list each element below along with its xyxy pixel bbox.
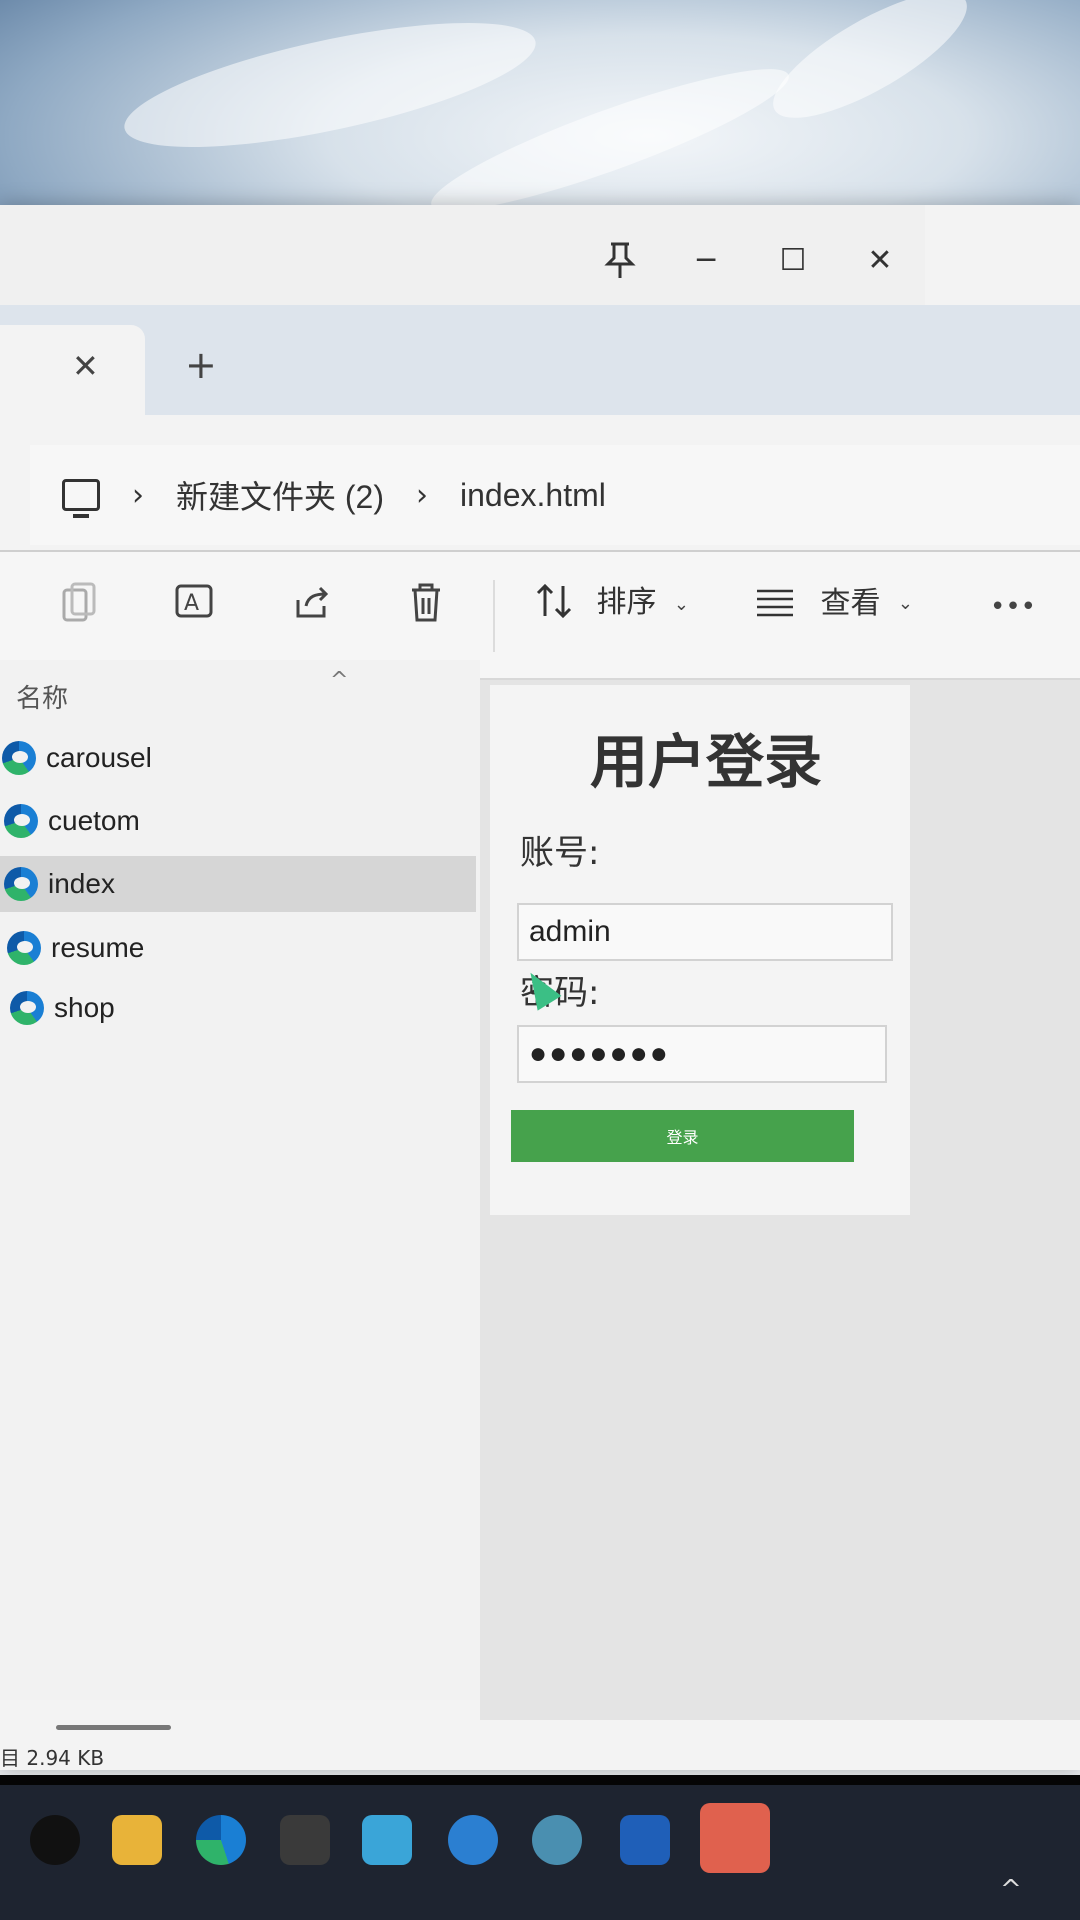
login-button[interactable]: 登录 bbox=[511, 1110, 854, 1162]
list-item[interactable]: carousel bbox=[0, 730, 476, 786]
status-size-text: 目 2.94 KB bbox=[0, 1746, 105, 1770]
app-icon[interactable] bbox=[362, 1815, 412, 1865]
breadcrumb-file[interactable]: index.html bbox=[460, 477, 606, 514]
word-icon[interactable] bbox=[620, 1815, 670, 1865]
sort-label: 排序 bbox=[596, 585, 657, 620]
password-input[interactable]: ●●●●●●● bbox=[517, 1025, 887, 1083]
file-list: 名称 ^ carousel cuetom index resume shop bbox=[0, 660, 480, 1730]
edge-html-icon bbox=[10, 991, 44, 1025]
maximize-button[interactable]: ☐ bbox=[763, 235, 823, 285]
login-title: 用户登录 bbox=[590, 728, 823, 796]
minimize-button[interactable]: ─ bbox=[676, 235, 736, 285]
edge-icon[interactable] bbox=[196, 1815, 246, 1865]
tab-close-icon[interactable]: ✕ bbox=[72, 347, 99, 385]
view-label: 查看 bbox=[820, 586, 881, 621]
file-name: carousel bbox=[46, 742, 152, 773]
list-item[interactable]: resume bbox=[0, 920, 476, 976]
edge-html-icon bbox=[2, 741, 36, 775]
status-bar: 目 2.94 KB bbox=[0, 1742, 460, 1774]
edge-ai-icon[interactable] bbox=[448, 1815, 498, 1865]
chevron-right-icon: › bbox=[416, 477, 429, 513]
steam-icon[interactable] bbox=[30, 1815, 80, 1865]
copy-icon[interactable] bbox=[60, 582, 100, 635]
list-item-selected[interactable]: index bbox=[0, 856, 476, 912]
chevron-down-icon: ⌄ bbox=[897, 593, 913, 614]
taskbar: ^ bbox=[0, 1775, 1080, 1920]
account-input[interactable]: admin bbox=[517, 903, 893, 961]
file-name: resume bbox=[51, 932, 145, 963]
file-explorer-icon[interactable] bbox=[112, 1815, 162, 1865]
new-tab-button[interactable]: + bbox=[185, 343, 217, 387]
breadcrumb[interactable]: › 新建文件夹 (2) › index.html bbox=[30, 445, 1080, 545]
login-form: 用户登录 账号: admin 密码: ●●●●●●● 登录 bbox=[490, 685, 910, 1215]
this-pc-icon[interactable] bbox=[62, 479, 100, 518]
chevron-down-icon: ⌄ bbox=[673, 594, 689, 615]
chevron-right-icon: › bbox=[132, 477, 144, 513]
horizontal-scrollbar[interactable] bbox=[56, 1725, 171, 1730]
file-name: shop bbox=[54, 992, 115, 1023]
file-name: index bbox=[48, 868, 115, 899]
edge-html-icon bbox=[4, 804, 38, 838]
pin-icon[interactable] bbox=[590, 235, 650, 285]
wechat-icon[interactable] bbox=[700, 1803, 770, 1873]
preview-pane: 用户登录 账号: admin 密码: ●●●●●●● 登录 bbox=[480, 680, 1080, 1720]
chevron-up-icon[interactable]: ^ bbox=[1000, 1875, 1022, 1905]
view-button[interactable]: 查看 ⌄ bbox=[755, 582, 913, 626]
file-name: cuetom bbox=[48, 805, 140, 836]
account-label: 账号: bbox=[520, 833, 600, 873]
share-icon[interactable] bbox=[292, 582, 332, 631]
sort-button[interactable]: 排序 ⌄ bbox=[535, 582, 689, 629]
tab-bar: ✕ + bbox=[0, 305, 1080, 415]
screen-edge bbox=[0, 1775, 1080, 1785]
close-button[interactable]: ✕ bbox=[850, 235, 910, 285]
app-icon[interactable] bbox=[532, 1815, 582, 1865]
title-bar: ─ ☐ ✕ bbox=[0, 205, 925, 320]
column-header-name[interactable]: 名称 bbox=[16, 678, 68, 715]
delete-icon[interactable] bbox=[408, 582, 444, 633]
breadcrumb-folder[interactable]: 新建文件夹 (2) bbox=[176, 472, 384, 518]
more-options-button[interactable]: ••• bbox=[990, 592, 1036, 622]
rename-icon[interactable]: A bbox=[175, 582, 219, 631]
edge-html-icon bbox=[4, 867, 38, 901]
tab-current[interactable]: ✕ bbox=[0, 325, 145, 415]
list-item[interactable]: shop bbox=[0, 980, 476, 1036]
store-icon[interactable] bbox=[280, 1815, 330, 1865]
edge-html-icon bbox=[7, 931, 41, 965]
svg-text:A: A bbox=[184, 591, 199, 616]
sort-ascending-icon: ^ bbox=[330, 668, 349, 693]
list-item[interactable]: cuetom bbox=[0, 793, 476, 849]
toolbar-divider bbox=[493, 580, 495, 652]
